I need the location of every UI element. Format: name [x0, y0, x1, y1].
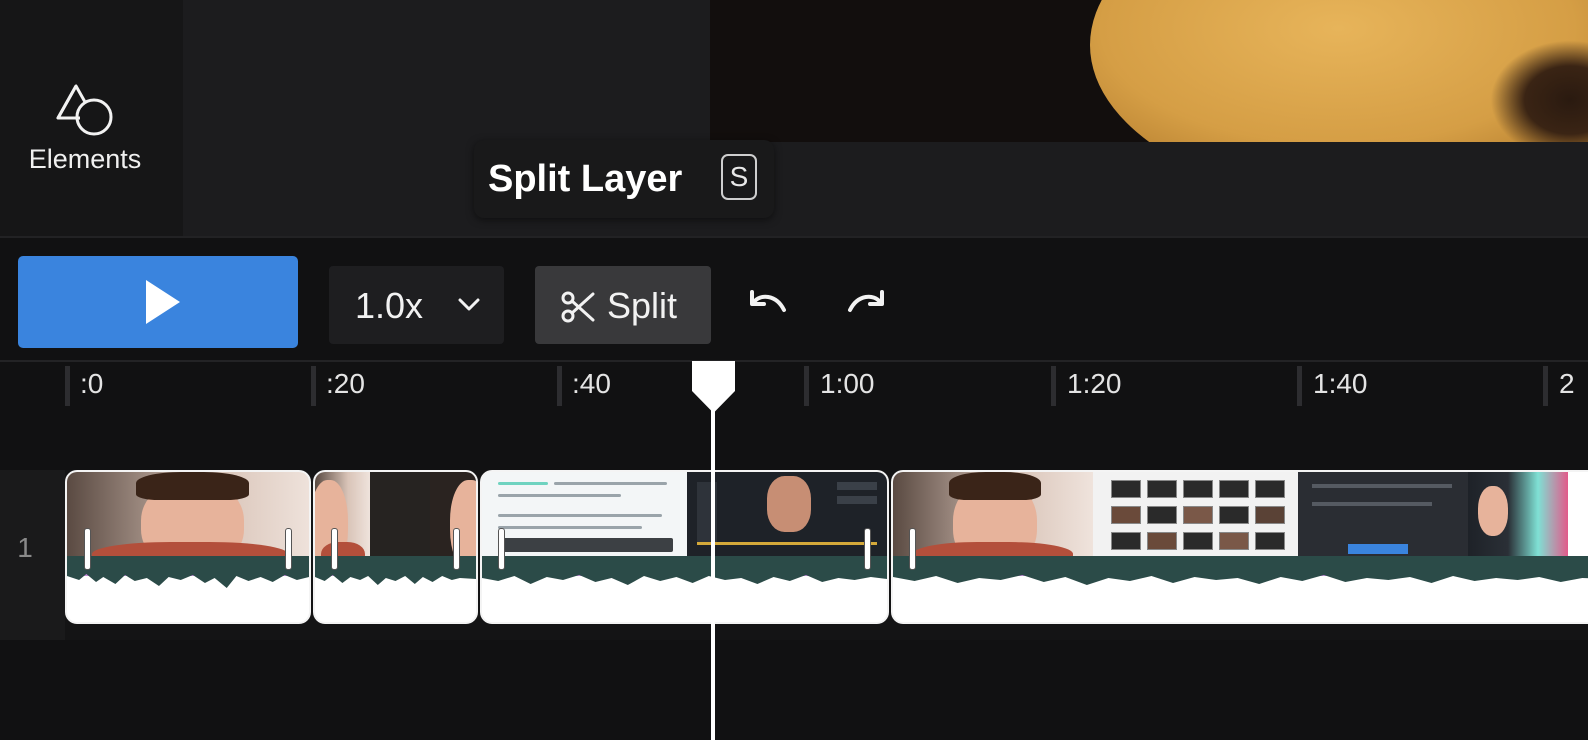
- clip-thumbnail: [482, 472, 687, 556]
- trim-handle-left[interactable]: [909, 528, 916, 570]
- trim-handle-left[interactable]: [84, 528, 91, 570]
- clip-thumbnail: [1093, 472, 1298, 556]
- play-button[interactable]: [18, 256, 298, 348]
- video-clip[interactable]: [891, 470, 1588, 624]
- waveform: [67, 568, 309, 588]
- split-label: Split: [607, 285, 678, 326]
- play-icon: [146, 280, 180, 324]
- clip-thumbnail: [370, 472, 430, 556]
- left-sidebar: Elements: [0, 0, 183, 236]
- ruler-label: :0: [80, 368, 104, 399]
- elements-icon: [56, 84, 113, 136]
- redo-button[interactable]: [846, 288, 886, 322]
- ruler-gutter: [0, 362, 65, 470]
- trim-handle-right[interactable]: [453, 528, 460, 570]
- clip-thumbnail: [315, 472, 370, 556]
- track-number: 1: [17, 532, 33, 563]
- sidebar-item-elements[interactable]: Elements: [0, 70, 170, 190]
- ruler-tick: [311, 366, 316, 406]
- playhead-icon[interactable]: [692, 361, 735, 413]
- ruler-label: 1:20: [1067, 368, 1122, 399]
- video-clip[interactable]: [65, 470, 311, 624]
- shortcut-key: S: [721, 154, 757, 200]
- ruler-tick: [65, 366, 70, 406]
- chevron-down-icon: [458, 298, 480, 311]
- ruler-tick: [1543, 366, 1548, 406]
- ruler-label: 1:40: [1313, 368, 1368, 399]
- ruler-label: 2: [1559, 368, 1575, 399]
- clip-thumbnail: [893, 472, 1093, 556]
- waveform: [315, 568, 476, 585]
- scissors-icon: [561, 291, 595, 323]
- clip-thumbnail: [1298, 472, 1468, 556]
- clip-thumbnail: [687, 472, 887, 556]
- video-preview[interactable]: [710, 0, 1588, 142]
- trim-handle-right[interactable]: [864, 528, 871, 570]
- waveform: [482, 568, 887, 585]
- ruler-label: 1:00: [820, 368, 875, 399]
- sidebar-item-label: Elements: [28, 144, 142, 174]
- panel-divider: [0, 236, 1588, 238]
- tooltip-label: Split Layer: [488, 158, 683, 200]
- ruler-label: :40: [572, 368, 611, 399]
- ruler-tick: [1297, 366, 1302, 406]
- speed-value: 1.0x: [355, 285, 424, 326]
- ruler-tick: [557, 366, 562, 406]
- split-button[interactable]: Split: [535, 266, 711, 344]
- video-clip[interactable]: [313, 470, 478, 624]
- undo-icon: [750, 290, 786, 312]
- trim-handle-left[interactable]: [331, 528, 338, 570]
- ruler-tick: [1051, 366, 1056, 406]
- clip-thumbnail: [67, 472, 309, 556]
- video-clip[interactable]: [480, 470, 889, 624]
- split-layer-tooltip: Split Layer S: [474, 140, 774, 218]
- undo-button[interactable]: [748, 288, 788, 322]
- waveform: [893, 568, 1588, 585]
- ruler-tick: [804, 366, 809, 406]
- redo-icon: [848, 290, 884, 312]
- trim-handle-left[interactable]: [498, 528, 505, 570]
- timeline-top-border: [0, 360, 1588, 362]
- ruler-label: :20: [326, 368, 365, 399]
- clip-thumbnail: [1468, 472, 1568, 556]
- trim-handle-right[interactable]: [285, 528, 292, 570]
- playback-speed-select[interactable]: 1.0x: [329, 266, 504, 344]
